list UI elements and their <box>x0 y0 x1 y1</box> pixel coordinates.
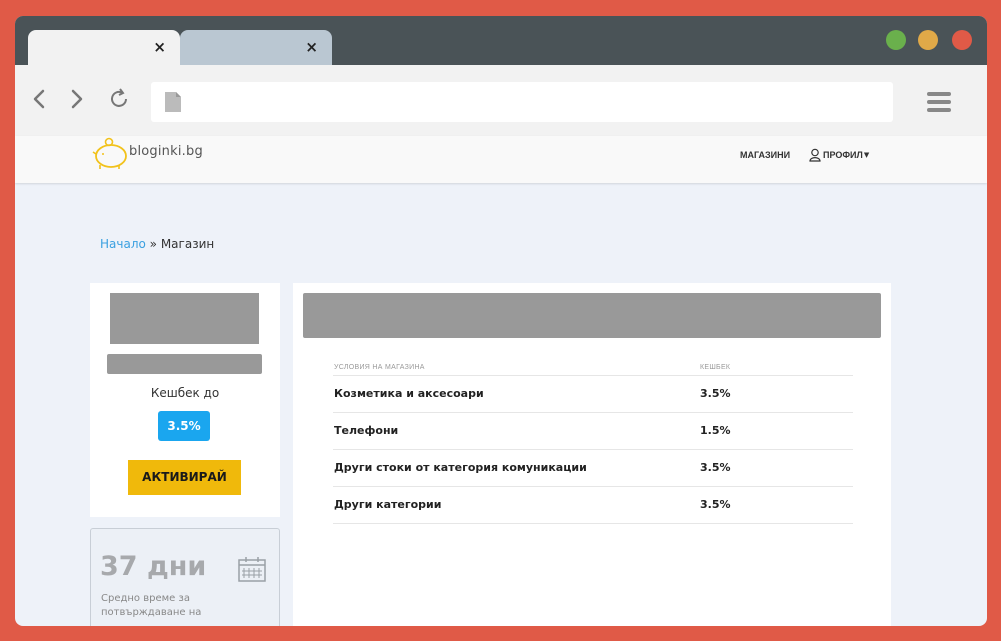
browser-toolbar <box>15 65 987 136</box>
user-icon <box>809 148 821 162</box>
term-category: Телефони <box>334 424 399 437</box>
window-maximize-button[interactable] <box>886 30 906 50</box>
activate-button[interactable]: АКТИВИРАЙ <box>128 460 241 495</box>
address-bar[interactable] <box>151 82 893 122</box>
term-cashback: 3.5% <box>700 498 731 511</box>
breadcrumb-home-link[interactable]: Начало <box>100 237 146 251</box>
breadcrumb-current: Магазин <box>160 237 215 251</box>
tab-close-icon[interactable]: × <box>305 39 318 56</box>
shop-terms-panel: УСЛОВИЯ НА МАГАЗИНА КЕШБЕК Козметика и а… <box>293 283 891 626</box>
browser-window: × × bloginki.bg МАГАЗИНИ ПРОФИЛ ▼ Начало… <box>15 16 987 626</box>
tab-close-icon[interactable]: × <box>153 39 166 56</box>
cashback-label: Кешбек до <box>150 386 220 400</box>
calendar-icon <box>238 557 266 582</box>
confirmation-days-card: 37 дни Средно време за потвърждаване на <box>90 528 280 626</box>
column-header-cashback: КЕШБЕК <box>700 364 731 371</box>
term-category: Други категории <box>334 498 442 511</box>
shop-card: Кешбек до 3.5% АКТИВИРАЙ <box>90 283 280 517</box>
window-close-button[interactable] <box>952 30 972 50</box>
tab-active[interactable]: × <box>28 30 180 65</box>
term-category: Други стоки от категория комуникации <box>334 461 587 474</box>
back-icon[interactable] <box>29 87 51 111</box>
menu-icon[interactable] <box>927 92 951 112</box>
confirmation-days-value: 37 дни <box>100 551 207 582</box>
shop-logo-placeholder <box>110 293 259 344</box>
term-cashback: 1.5% <box>700 424 731 437</box>
shop-name-placeholder <box>107 354 262 374</box>
page-icon <box>165 92 181 112</box>
table-row: Други стоки от категория комуникации 3.5… <box>333 450 853 487</box>
piggy-bank-logo-icon[interactable] <box>91 137 131 173</box>
forward-icon[interactable] <box>65 87 87 111</box>
tab-inactive[interactable]: × <box>180 30 332 65</box>
table-row: Други категории 3.5% <box>333 487 853 524</box>
terms-table-header: УСЛОВИЯ НА МАГАЗИНА КЕШБЕК <box>333 361 853 376</box>
breadcrumb: Начало » Магазин <box>100 237 214 251</box>
cashback-badge: 3.5% <box>158 411 210 441</box>
nav-shops-link[interactable]: МАГАЗИНИ <box>740 150 790 160</box>
window-minimize-button[interactable] <box>918 30 938 50</box>
breadcrumb-separator: » <box>145 237 161 251</box>
nav-profile-label: ПРОФИЛ <box>823 150 863 160</box>
term-cashback: 3.5% <box>700 387 731 400</box>
confirmation-days-description: Средно време за потвърждаване на <box>101 593 202 618</box>
site-logo-text[interactable]: bloginki.bg <box>129 144 203 159</box>
column-header-terms: УСЛОВИЯ НА МАГАЗИНА <box>334 364 425 371</box>
table-row: Телефони 1.5% <box>333 413 853 450</box>
terms-table: УСЛОВИЯ НА МАГАЗИНА КЕШБЕК Козметика и а… <box>333 361 853 524</box>
table-row: Козметика и аксесоари 3.5% <box>333 376 853 413</box>
term-category: Козметика и аксесоари <box>334 387 484 400</box>
caret-down-icon: ▼ <box>863 151 870 159</box>
shop-banner-placeholder <box>303 293 881 338</box>
term-cashback: 3.5% <box>700 461 731 474</box>
reload-icon[interactable] <box>108 87 130 111</box>
nav-profile-dropdown[interactable]: ПРОФИЛ ▼ <box>809 147 869 163</box>
site-header: bloginki.bg МАГАЗИНИ ПРОФИЛ ▼ <box>15 136 987 183</box>
tab-strip: × × <box>15 16 987 65</box>
